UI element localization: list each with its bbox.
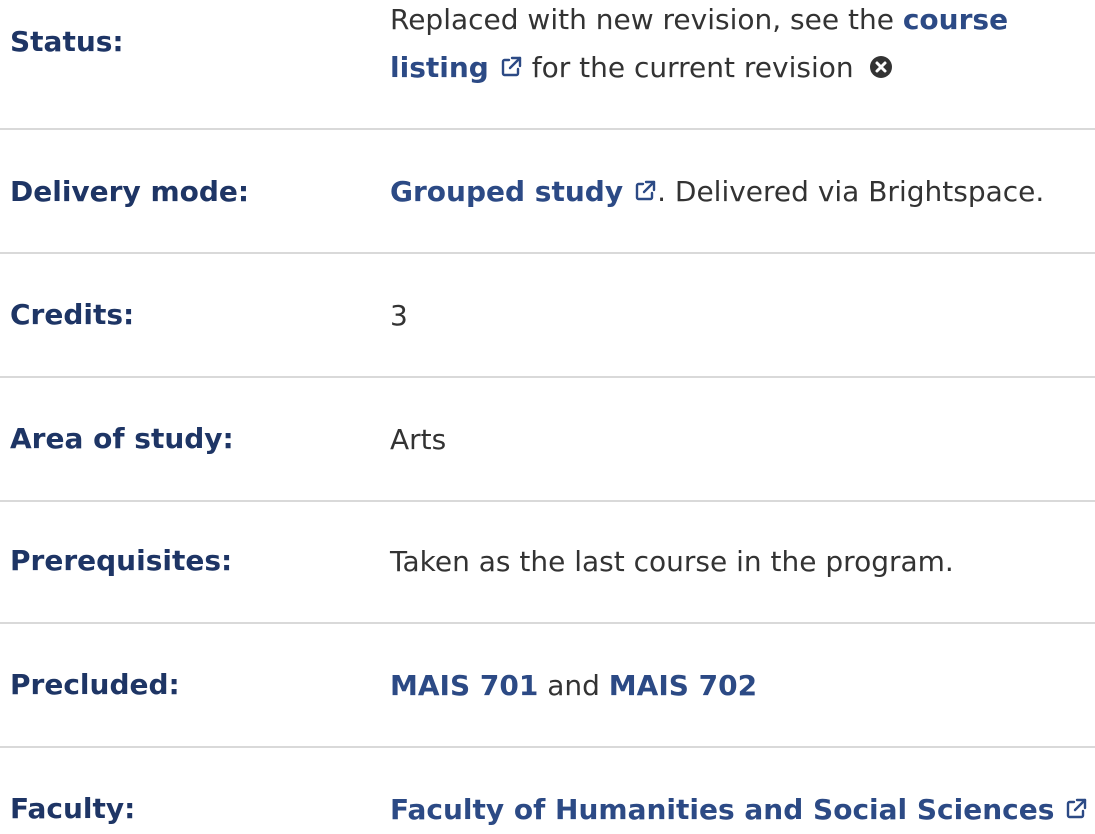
credits-row: Credits: 3 xyxy=(0,254,1095,378)
faculty-label: Faculty: xyxy=(10,792,136,825)
status-text-before: Replaced with new revision, see the xyxy=(390,3,903,36)
mais-702-link[interactable]: MAIS 702 xyxy=(609,669,757,702)
precluded-value: MAIS 701 and MAIS 702 xyxy=(380,624,1095,746)
status-row: Status: Replaced with new revision, see … xyxy=(0,0,1095,130)
external-link-icon[interactable] xyxy=(499,55,523,79)
precluded-connector: and xyxy=(538,669,609,702)
prerequisites-row: Prerequisites: Taken as the last course … xyxy=(0,502,1095,624)
credits-label: Credits: xyxy=(10,298,135,331)
mais-701-link[interactable]: MAIS 701 xyxy=(390,669,538,702)
status-label: Status: xyxy=(10,25,124,58)
area-of-study-value: Arts xyxy=(390,423,447,456)
area-of-study-row: Area of study: Arts xyxy=(0,378,1095,502)
delivery-mode-label: Delivery mode: xyxy=(10,175,250,208)
faculty-row: Faculty: Faculty of Humanities and Socia… xyxy=(0,748,1095,826)
prerequisites-value: Taken as the last course in the program. xyxy=(390,545,954,578)
delivery-mode-text: . Delivered via Brightspace. xyxy=(657,175,1045,208)
grouped-study-link[interactable]: Grouped study xyxy=(390,175,623,208)
delivery-mode-value: Grouped study . Delivered via Brightspac… xyxy=(380,130,1095,252)
credits-value: 3 xyxy=(390,299,408,332)
precluded-row: Precluded: MAIS 701 and MAIS 702 xyxy=(0,624,1095,748)
external-link-icon[interactable] xyxy=(633,179,657,203)
close-circle-icon[interactable] xyxy=(869,55,893,79)
status-value: Replaced with new revision, see the cour… xyxy=(380,0,1095,128)
delivery-mode-row: Delivery mode: Grouped study . Delivered… xyxy=(0,130,1095,254)
faculty-value: Faculty of Humanities and Social Science… xyxy=(380,748,1095,826)
status-text-after: for the current revision xyxy=(522,51,863,84)
precluded-label: Precluded: xyxy=(10,668,180,701)
area-of-study-label: Area of study: xyxy=(10,422,234,455)
faculty-link[interactable]: Faculty of Humanities and Social Science… xyxy=(390,793,1054,826)
external-link-icon[interactable] xyxy=(1064,797,1088,821)
prerequisites-label: Prerequisites: xyxy=(10,544,233,577)
course-details-table: Status: Replaced with new revision, see … xyxy=(0,0,1095,826)
